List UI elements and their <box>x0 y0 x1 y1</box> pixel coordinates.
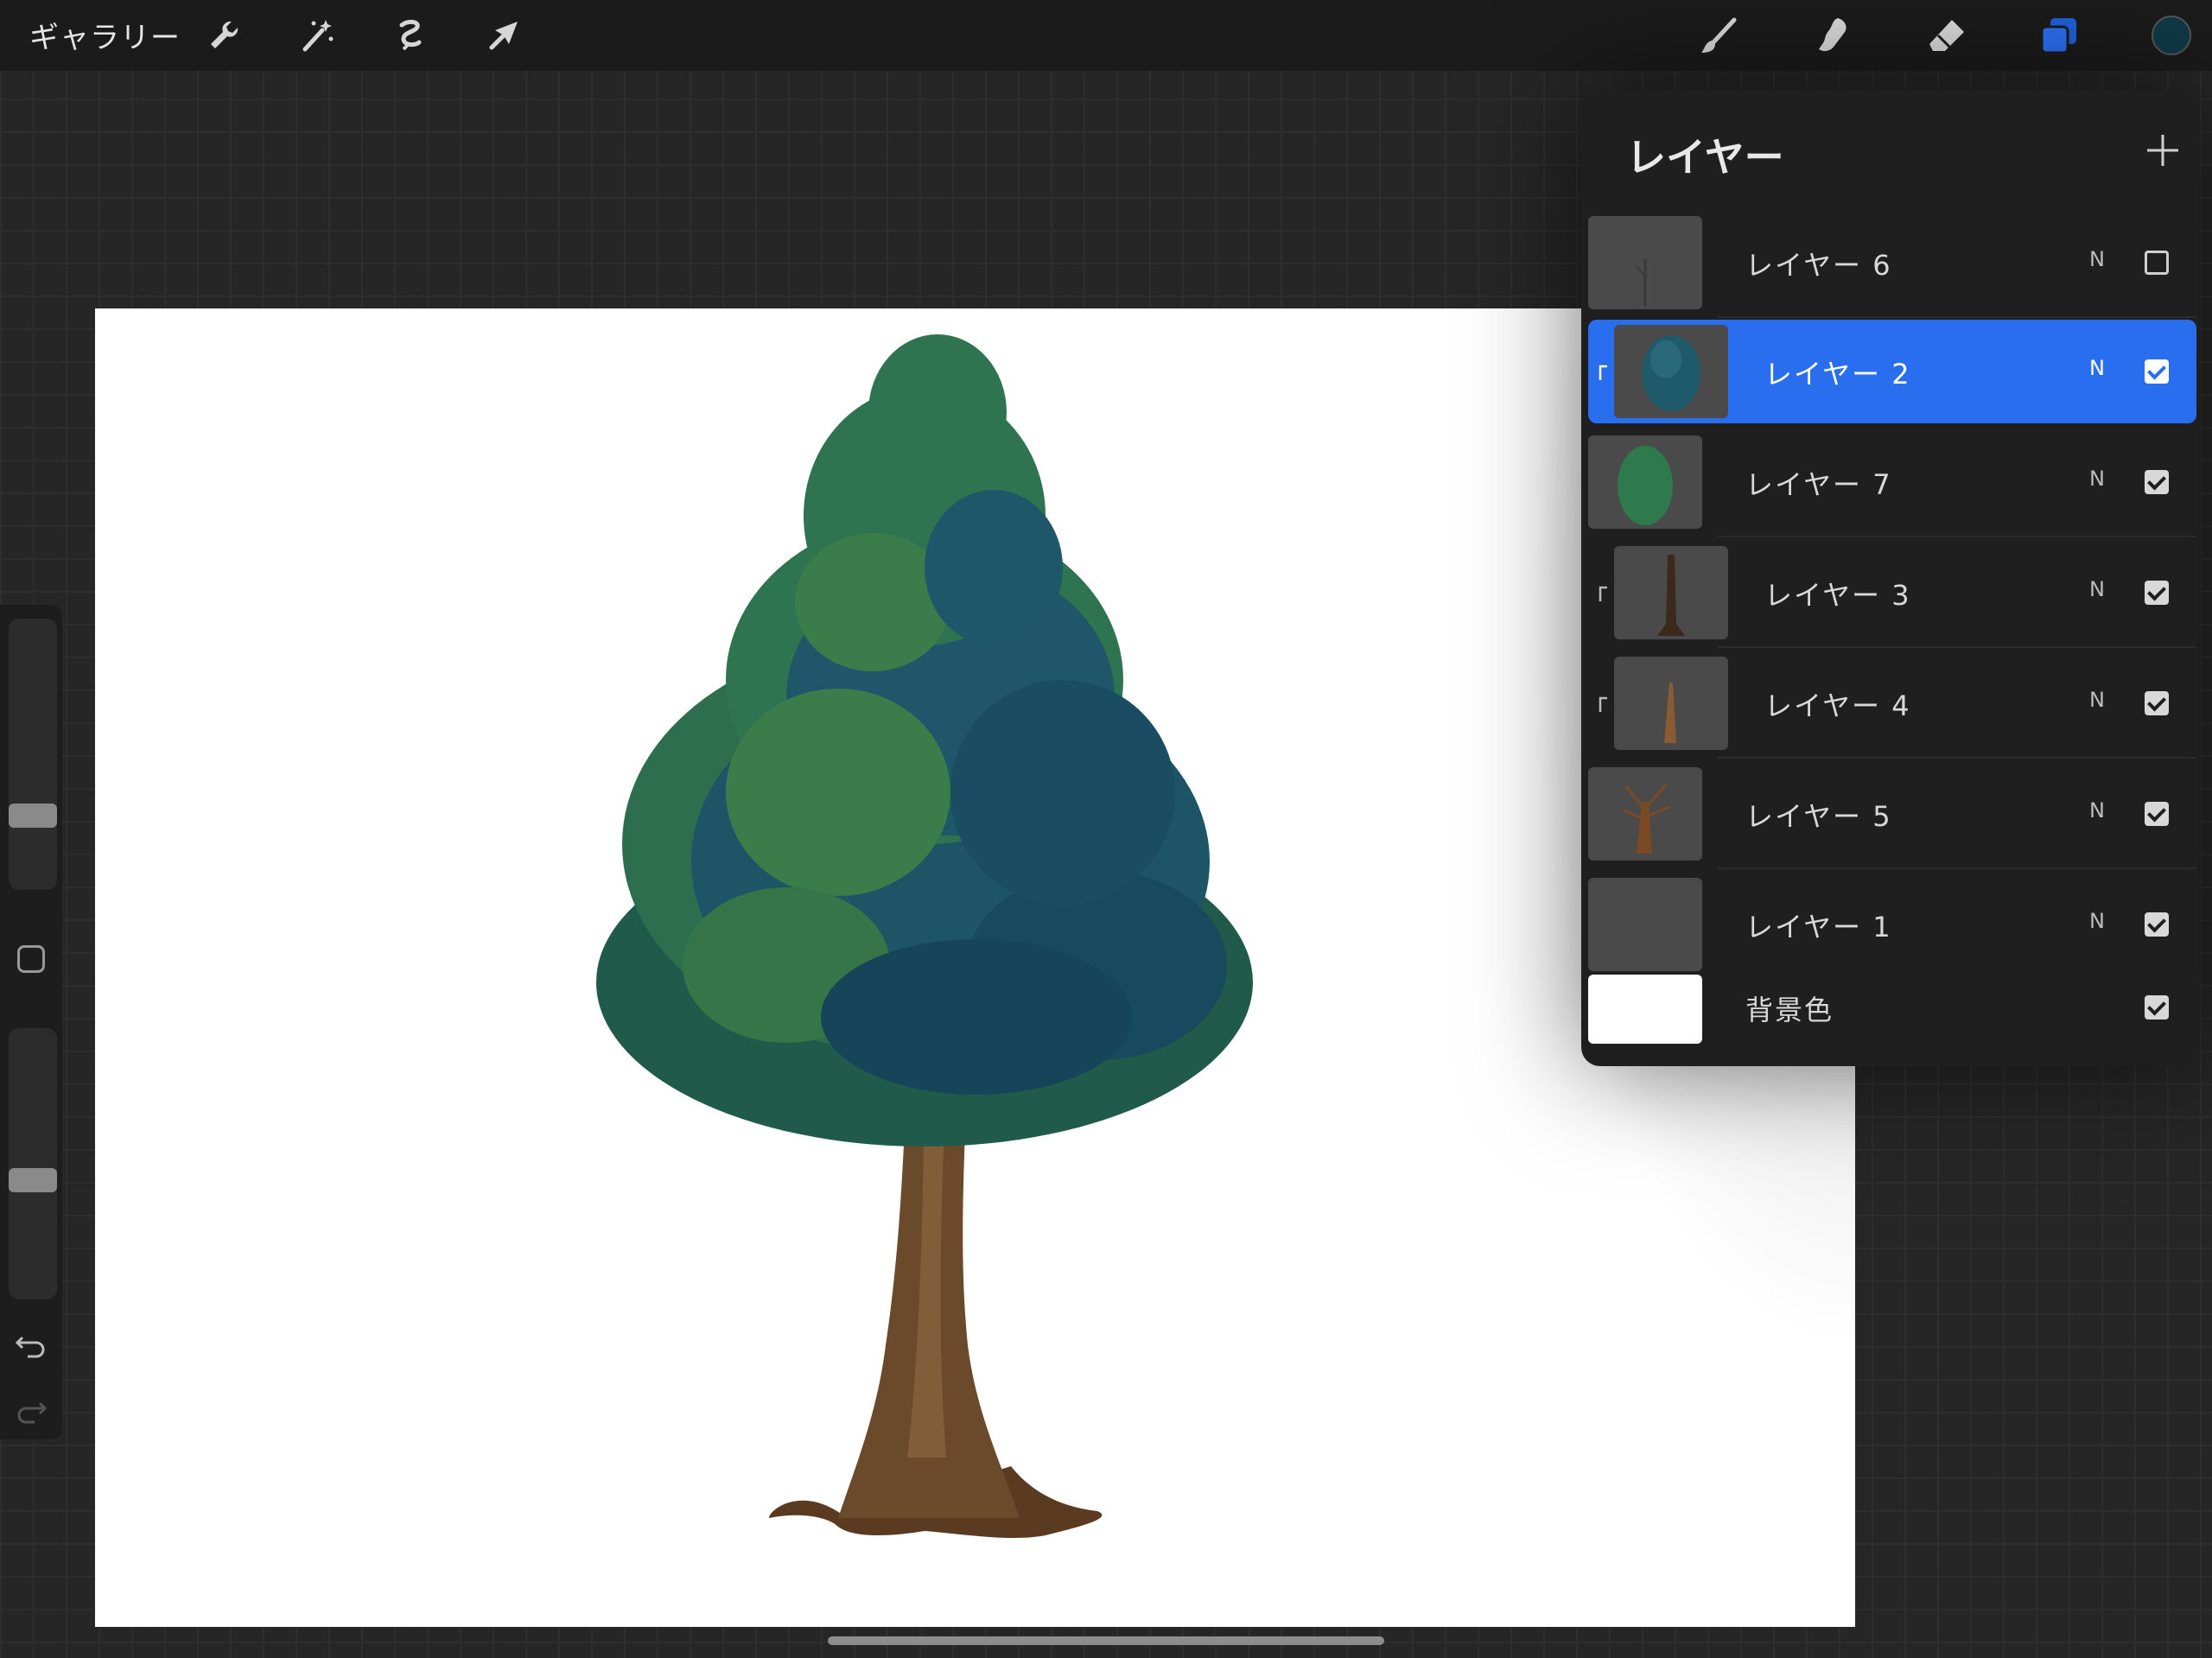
layer-row[interactable]: レイヤー 7 N <box>1588 430 2196 537</box>
blend-mode-button[interactable]: N <box>2089 909 2105 933</box>
layer-thumbnail <box>1588 767 1702 861</box>
left-sidebar <box>0 605 62 1439</box>
layer-row[interactable]: レイヤー 1 N <box>1588 873 2196 976</box>
brush-size-slider[interactable] <box>9 619 57 890</box>
eraser-icon[interactable] <box>1920 9 1974 62</box>
brush-size-handle[interactable] <box>9 804 57 828</box>
layer-name: レイヤー 7 <box>1745 468 1892 501</box>
layer-visibility-checkbox[interactable] <box>2145 359 2169 384</box>
layer-name: レイヤー 1 <box>1745 911 1892 943</box>
brush-icon[interactable] <box>1692 9 1745 62</box>
background-color-swatch[interactable] <box>1588 975 1702 1044</box>
blend-mode-button[interactable]: N <box>2089 467 2105 491</box>
blend-mode-button[interactable]: N <box>2089 688 2105 712</box>
layer-thumbnail <box>1588 216 1702 309</box>
layer-visibility-checkbox[interactable] <box>2145 251 2169 275</box>
blend-mode-button[interactable]: N <box>2089 247 2105 271</box>
layer-row[interactable]: レイヤー 3 N <box>1588 541 2196 648</box>
layer-thumbnail <box>1614 657 1728 750</box>
layer-thumbnail <box>1588 435 1702 529</box>
layer-name: レイヤー 6 <box>1745 249 1892 282</box>
layer-visibility-checkbox[interactable] <box>2145 470 2169 494</box>
blend-mode-button[interactable]: N <box>2089 356 2105 380</box>
layers-panel: レイヤー レイヤー 6 N レイヤー 2 N レイヤー 7 N レイヤー 3 N… <box>1581 90 2199 1066</box>
plus-icon[interactable] <box>2142 130 2183 171</box>
layer-row[interactable]: レイヤー 5 N <box>1588 762 2196 869</box>
opacity-handle[interactable] <box>9 1168 57 1192</box>
layer-visibility-checkbox[interactable] <box>2145 691 2169 715</box>
magic-wand-icon[interactable] <box>290 9 344 62</box>
blend-mode-button[interactable]: N <box>2089 577 2105 601</box>
layer-row[interactable]: レイヤー 6 N <box>1588 211 2196 318</box>
layer-row-selected[interactable]: レイヤー 2 N <box>1588 320 2196 423</box>
home-indicator[interactable] <box>828 1636 1384 1645</box>
layer-visibility-checkbox[interactable] <box>2145 802 2169 826</box>
redo-icon[interactable] <box>14 1391 48 1426</box>
layer-visibility-checkbox[interactable] <box>2145 912 2169 937</box>
blend-mode-button[interactable]: N <box>2089 798 2105 823</box>
clipping-mask-icon <box>1599 365 1607 380</box>
smudge-icon[interactable] <box>1806 9 1859 62</box>
layers-icon[interactable] <box>2032 9 2086 62</box>
background-color-row[interactable]: 背景色 <box>1588 966 2196 1049</box>
gallery-button[interactable]: ギャラリー <box>29 14 181 56</box>
wrench-icon[interactable] <box>197 9 251 62</box>
layer-name: レイヤー 5 <box>1745 800 1892 833</box>
layers-panel-title: レイヤー <box>1626 134 1784 181</box>
modifier-square-icon[interactable] <box>17 945 45 973</box>
clipping-mask-icon <box>1599 586 1607 601</box>
layer-row[interactable]: レイヤー 4 N <box>1588 651 2196 759</box>
background-visibility-checkbox[interactable] <box>2145 995 2169 1020</box>
layer-visibility-checkbox[interactable] <box>2145 581 2169 605</box>
background-layer-name: 背景色 <box>1745 994 1834 1026</box>
layer-thumbnail <box>1614 325 1728 418</box>
top-toolbar: ギャラリー <box>0 0 2212 71</box>
layer-name: レイヤー 2 <box>1764 358 1911 391</box>
undo-icon[interactable] <box>14 1325 48 1360</box>
color-swatch-icon[interactable] <box>2145 9 2198 62</box>
layer-thumbnail <box>1614 546 1728 639</box>
opacity-slider[interactable] <box>9 1028 57 1299</box>
clipping-mask-icon <box>1599 696 1607 712</box>
transform-arrow-icon[interactable] <box>477 9 531 62</box>
layer-name: レイヤー 4 <box>1764 689 1911 722</box>
selection-icon[interactable] <box>384 9 437 62</box>
layer-thumbnail <box>1588 878 1702 971</box>
layer-name: レイヤー 3 <box>1764 579 1911 612</box>
